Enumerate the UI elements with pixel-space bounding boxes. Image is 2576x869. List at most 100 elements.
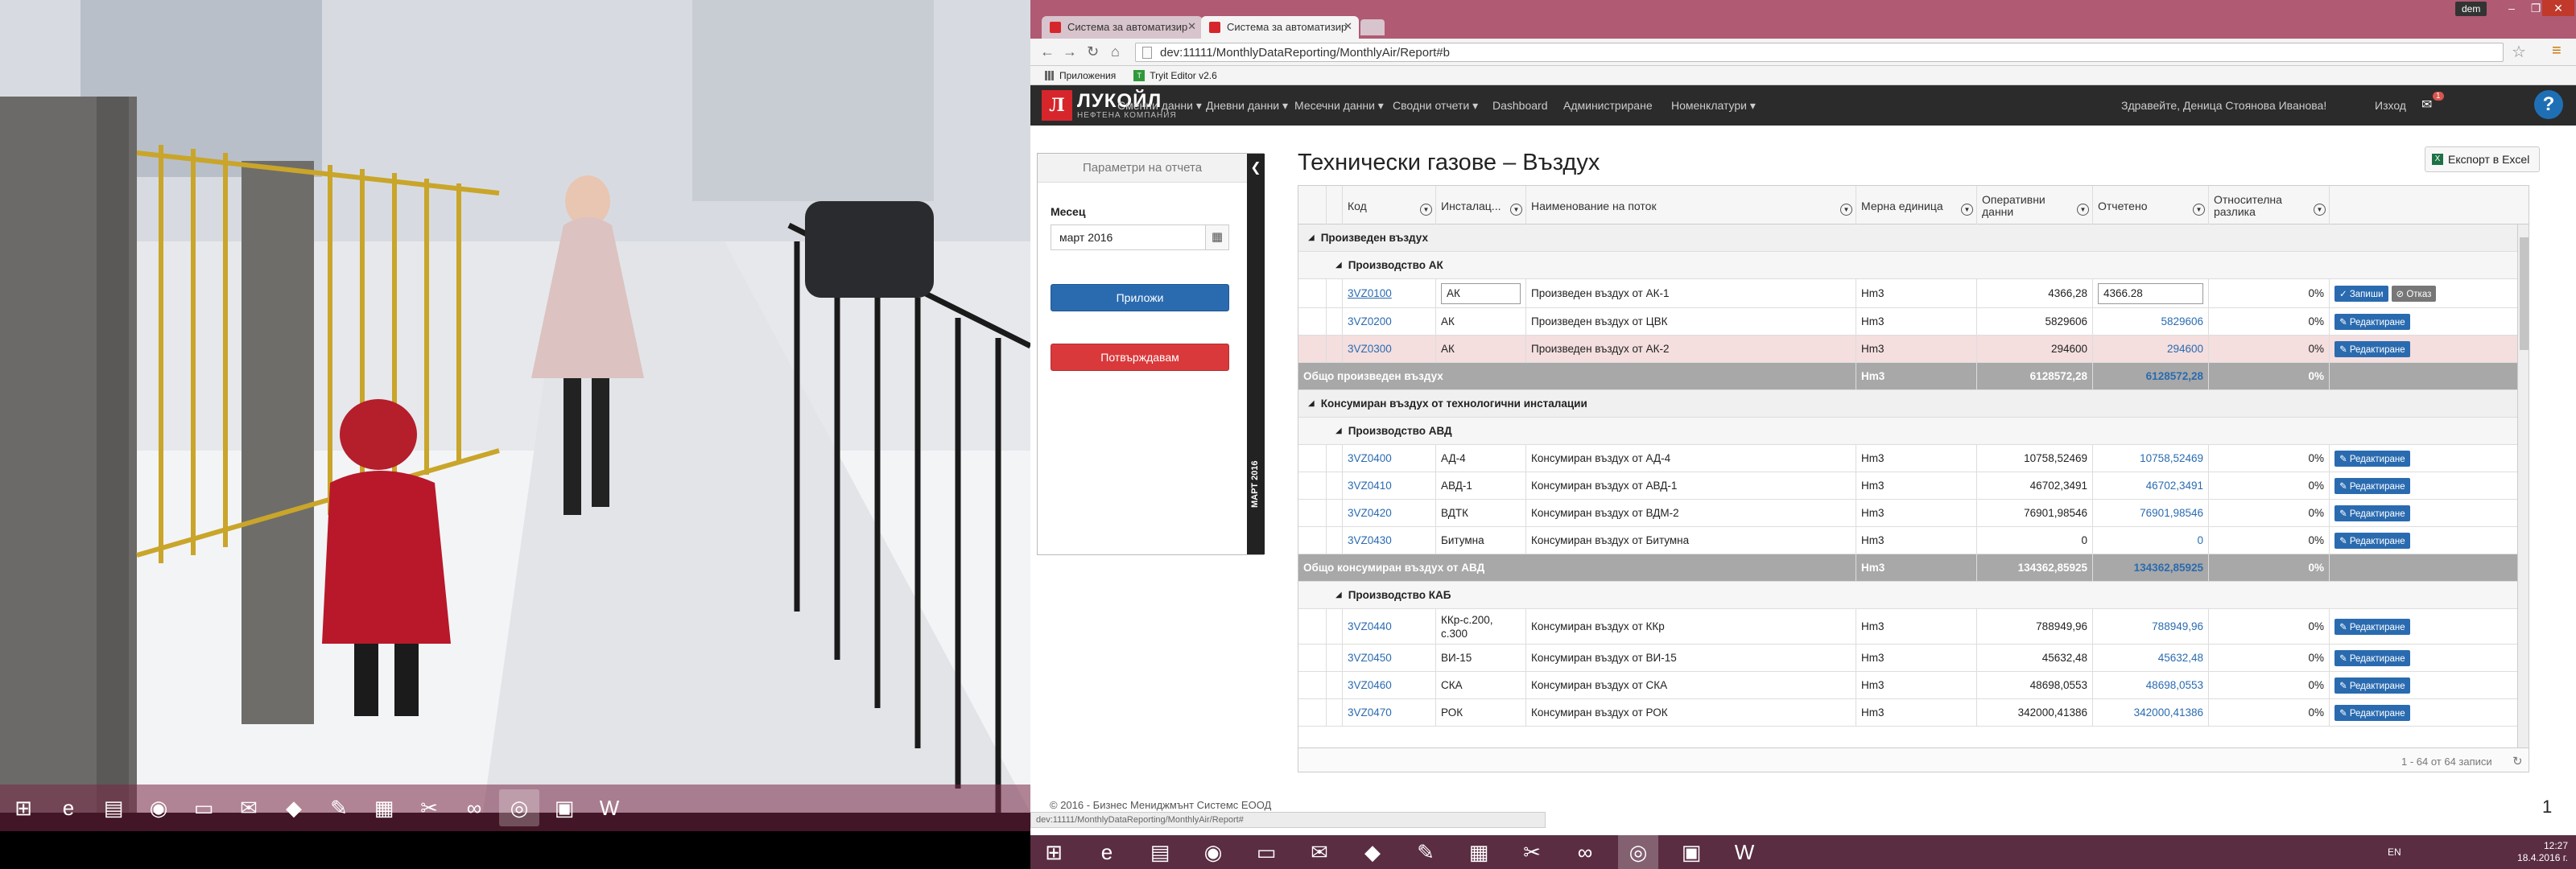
collapse-group-icon[interactable]: ◢ xyxy=(1335,426,1342,435)
edit-button[interactable]: ✎ Редактиране xyxy=(2334,505,2410,521)
edit-button[interactable]: ✎ Редактиране xyxy=(2334,477,2410,494)
files-icon[interactable]: ▤ xyxy=(93,789,134,826)
edit-button[interactable]: ✎ Редактиране xyxy=(2334,340,2410,357)
edit-button[interactable]: ✎ Редактиране xyxy=(2334,649,2410,666)
folder-icon[interactable]: ▭ xyxy=(1246,834,1286,869)
collapse-group-icon[interactable]: ◢ xyxy=(1335,261,1342,270)
code-link[interactable]: 3VZ0460 xyxy=(1342,672,1435,698)
bookmark-star-icon[interactable]: ☆ xyxy=(2512,42,2526,62)
header-reported[interactable]: Отчетено ▼ xyxy=(2092,186,2208,224)
reported-input[interactable]: 4366.28 xyxy=(2098,282,2203,304)
filter-icon[interactable]: ▼ xyxy=(2193,204,2205,216)
chrome-icon[interactable]: ◎ xyxy=(1618,834,1658,869)
outlook-icon[interactable]: ✉ xyxy=(1299,834,1340,869)
group-header[interactable]: ◢ Производство КАБ xyxy=(1331,582,1455,608)
code-link[interactable]: 3VZ0400 xyxy=(1342,445,1435,472)
paint-icon[interactable]: ✎ xyxy=(1406,834,1446,869)
edit-button[interactable]: ✎ Редактиране xyxy=(2334,313,2410,330)
logout-link[interactable]: Изход xyxy=(2375,99,2406,112)
group-header[interactable]: ◢ Консумиран въздух от технологични инста… xyxy=(1303,390,1592,417)
calc-icon[interactable]: ▦ xyxy=(1459,834,1499,869)
ie-icon[interactable]: e xyxy=(1087,834,1127,869)
nav-summary-reports[interactable]: Сводни отчети ▾ xyxy=(1393,99,1478,113)
files-icon[interactable]: ▤ xyxy=(1140,834,1180,869)
chrome-menu-icon[interactable]: ≡ xyxy=(2552,42,2562,60)
filter-icon[interactable]: ▼ xyxy=(1510,204,1522,216)
cancel-button[interactable]: ⊘ Отказ xyxy=(2391,285,2437,302)
code-link[interactable]: 3VZ0450 xyxy=(1342,645,1435,671)
vs-icon[interactable]: ∞ xyxy=(454,789,494,826)
reload-icon[interactable]: ↻ xyxy=(1087,43,1099,60)
help-icon[interactable]: ? xyxy=(2534,90,2563,119)
filter-icon[interactable]: ▼ xyxy=(2077,204,2089,216)
nav-nomenclatures[interactable]: Номенклатури ▾ xyxy=(1671,99,1756,113)
header-stream-name[interactable]: Наименование на поток ▼ xyxy=(1525,186,1856,224)
code-link[interactable]: 3VZ0200 xyxy=(1342,308,1435,335)
group-header[interactable]: ◢ Производство АК xyxy=(1331,252,1448,278)
calc-icon[interactable]: ▦ xyxy=(364,789,404,826)
filter-icon[interactable]: ▼ xyxy=(1961,204,1973,216)
folder-icon[interactable]: ▭ xyxy=(184,789,224,826)
calendar-icon[interactable]: ▦ xyxy=(1205,224,1229,250)
edit-button[interactable]: ✎ Редактиране xyxy=(2334,450,2410,467)
tools-icon[interactable]: ✂ xyxy=(1512,834,1552,869)
filter-icon[interactable]: ▼ xyxy=(1420,204,1432,216)
header-code[interactable]: Код ▼ xyxy=(1342,186,1435,224)
nav-shift-data[interactable]: Сменни данни ▾ xyxy=(1117,99,1202,113)
app-icon[interactable]: ◆ xyxy=(1352,834,1393,869)
nav-daily-data[interactable]: Дневни данни ▾ xyxy=(1206,99,1288,113)
firefox-icon[interactable]: ◉ xyxy=(1193,834,1233,869)
new-tab-button[interactable] xyxy=(1360,19,1385,35)
filter-icon[interactable]: ▼ xyxy=(1840,204,1852,216)
bookmark-apps[interactable]: Приложения xyxy=(1045,70,1116,81)
back-icon[interactable]: ← xyxy=(1040,43,1055,60)
refresh-icon[interactable]: ↻ xyxy=(2512,754,2523,768)
collapse-group-icon[interactable]: ◢ xyxy=(1308,399,1315,408)
save-button[interactable]: ✓ Запиши xyxy=(2334,285,2388,302)
outlook-icon[interactable]: ✉ xyxy=(229,789,269,826)
firefox-icon[interactable]: ◉ xyxy=(138,789,179,826)
group-header[interactable]: ◢ Произведен въздух xyxy=(1303,224,1433,251)
apply-button[interactable]: Приложи xyxy=(1051,284,1229,311)
group-header[interactable]: ◢ Производство АВД xyxy=(1331,418,1457,444)
edit-button[interactable]: ✎ Редактиране xyxy=(2334,704,2410,721)
code-link[interactable]: 3VZ0100 xyxy=(1342,279,1435,307)
tools-icon[interactable]: ✂ xyxy=(409,789,449,826)
vs-icon[interactable]: ∞ xyxy=(1565,834,1605,869)
forward-icon[interactable]: → xyxy=(1063,43,1077,60)
nav-monthly-data[interactable]: Месечни данни ▾ xyxy=(1294,99,1384,113)
home-icon[interactable]: ⌂ xyxy=(1111,43,1120,60)
system-clock[interactable]: 12:27 18.4.2016 г. xyxy=(2517,840,2568,864)
header-operational[interactable]: Оперативни данни ▼ xyxy=(1976,186,2092,224)
code-link[interactable]: 3VZ0300 xyxy=(1342,336,1435,362)
header-unit[interactable]: Мерна единица ▼ xyxy=(1856,186,1976,224)
browser-tab[interactable]: Система за автоматизир ✕ xyxy=(1042,16,1203,39)
word-icon[interactable]: W xyxy=(1724,834,1765,869)
start-icon[interactable]: ⊞ xyxy=(1034,834,1074,869)
bookmark-tryit[interactable]: T Tryit Editor v2.6 xyxy=(1133,69,1217,81)
code-link[interactable]: 3VZ0430 xyxy=(1342,527,1435,554)
collapse-panel-icon[interactable]: ❮ xyxy=(1247,154,1265,183)
word-icon[interactable]: W xyxy=(589,789,630,826)
code-link[interactable]: 3VZ0440 xyxy=(1342,609,1435,644)
browser-tab-active[interactable]: Система за автоматизир ✕ xyxy=(1201,16,1359,39)
chrome-icon[interactable]: ◎ xyxy=(499,789,539,826)
installation-input[interactable]: АК xyxy=(1441,282,1521,304)
chrome-user-button[interactable]: dem xyxy=(2455,2,2487,16)
start-icon[interactable]: ⊞ xyxy=(3,789,43,826)
user-greeting[interactable]: Здравейте, Деница Стоянова Иванова! xyxy=(2121,99,2326,112)
nav-dashboard[interactable]: Dashboard xyxy=(1492,99,1548,112)
header-installation[interactable]: Инсталац... ▼ xyxy=(1435,186,1525,224)
paint-icon[interactable]: ✎ xyxy=(319,789,359,826)
close-icon[interactable]: ✕ xyxy=(1187,20,1196,33)
month-picker-input[interactable]: март 2016 xyxy=(1051,224,1229,250)
edit-button[interactable]: ✎ Редактиране xyxy=(2334,677,2410,694)
mail-icon[interactable]: ✉ 1 xyxy=(2421,92,2444,113)
nav-administration[interactable]: Администриране xyxy=(1563,99,1653,112)
close-icon[interactable]: ✕ xyxy=(1344,20,1352,33)
scrollbar-thumb[interactable] xyxy=(2520,237,2529,350)
edit-button[interactable]: ✎ Редактиране xyxy=(2334,618,2410,635)
ie-icon[interactable]: e xyxy=(48,789,89,826)
code-link[interactable]: 3VZ0410 xyxy=(1342,472,1435,499)
input-language[interactable]: EN xyxy=(2388,846,2401,858)
